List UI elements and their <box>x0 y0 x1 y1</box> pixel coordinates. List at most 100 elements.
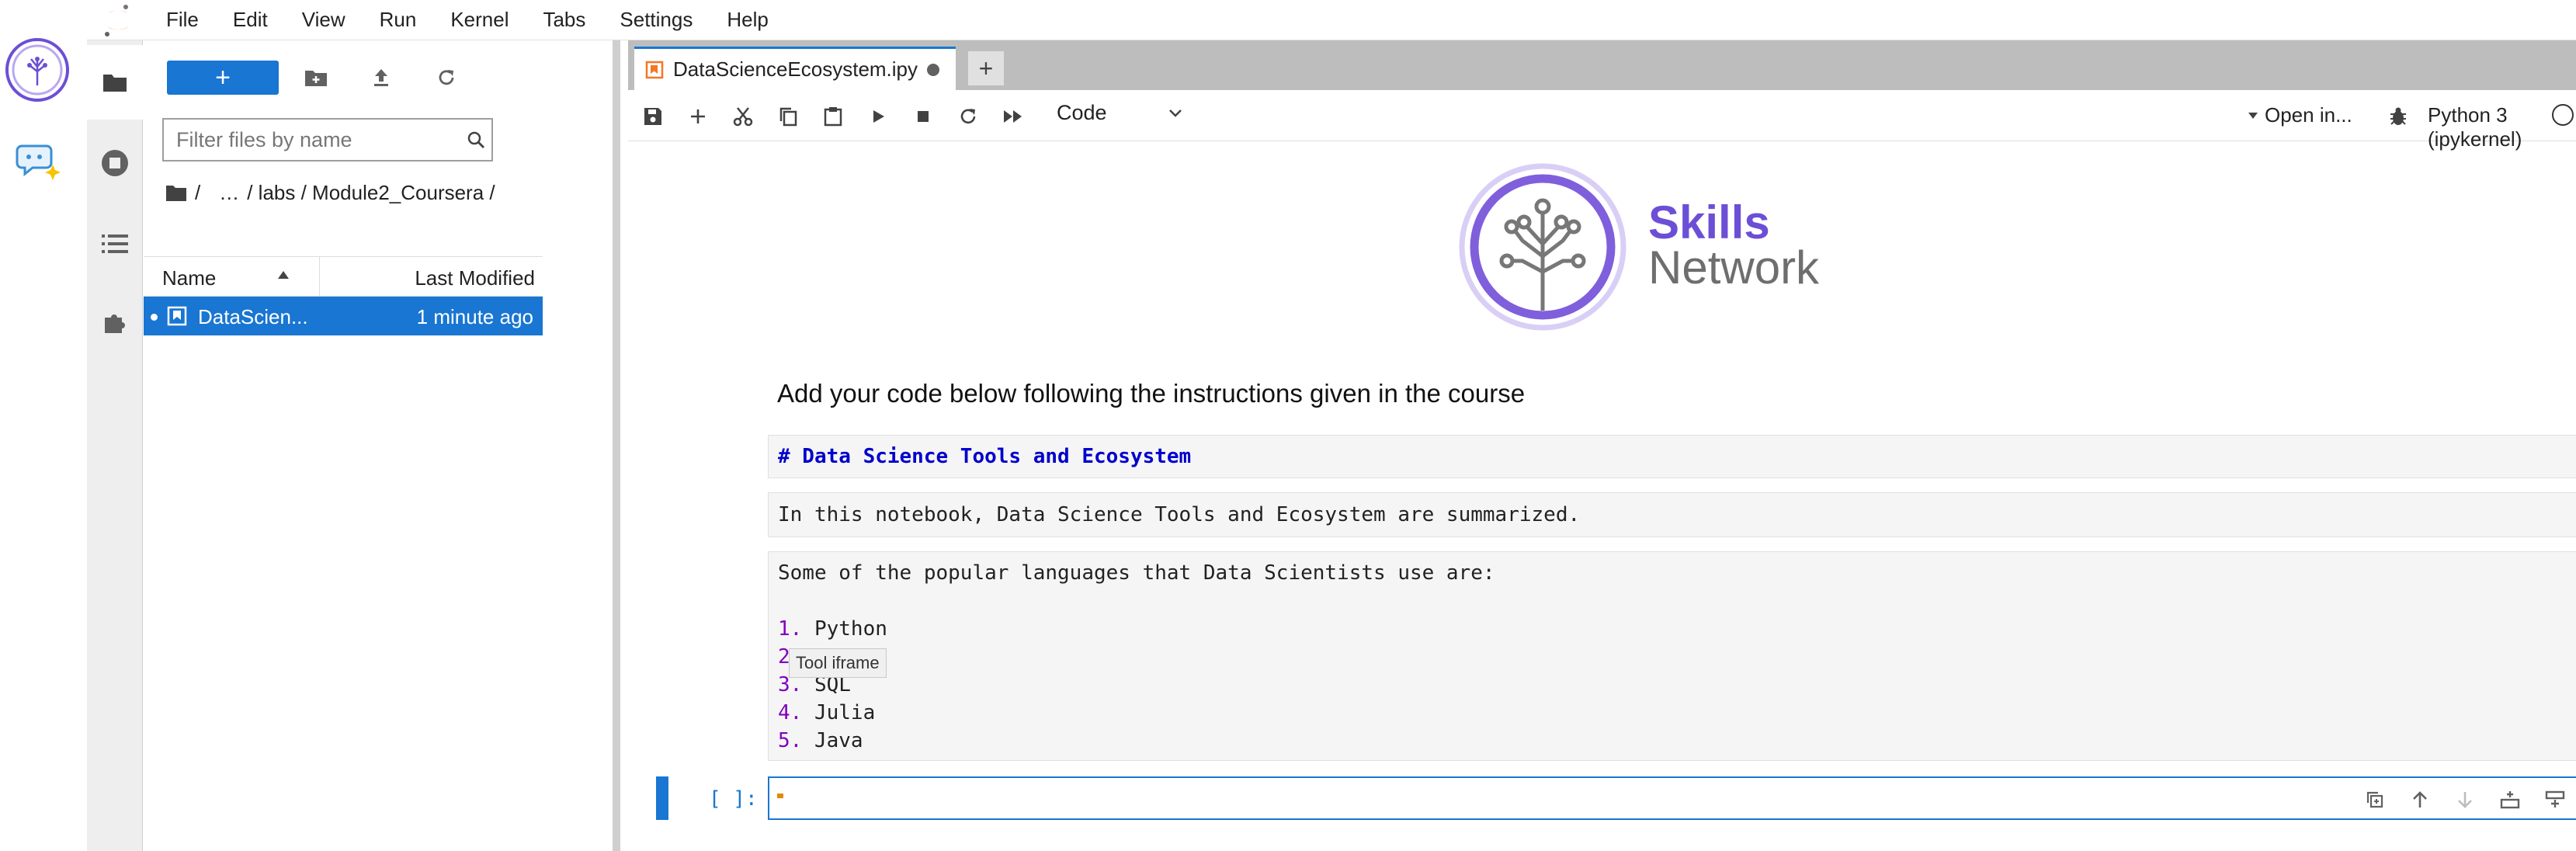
tab-table-of-contents[interactable] <box>87 207 143 281</box>
folder-icon <box>102 71 128 93</box>
menu-settings[interactable]: Settings <box>602 8 710 32</box>
list-item: 4. Julia <box>778 701 876 724</box>
breadcrumb-ellipsis[interactable]: … <box>219 181 239 205</box>
list-item: 1. Python <box>778 617 887 641</box>
list-item: 5. Java <box>778 729 863 752</box>
breadcrumb: / … / labs / Module2_Coursera / <box>165 175 503 210</box>
paste-icon <box>823 106 843 127</box>
file-list-header: Name Last Modified <box>144 256 543 297</box>
menu-tabs[interactable]: Tabs <box>526 8 602 32</box>
file-last-modified: 1 minute ago <box>416 305 533 328</box>
execution-prompt: [ ]: <box>709 787 758 811</box>
breadcrumb-home-icon[interactable] <box>165 183 187 202</box>
upload-button[interactable] <box>364 61 398 95</box>
left-sidebar-tabs <box>87 40 143 851</box>
logo-text-network: Network <box>1648 241 1820 294</box>
copy-icon <box>778 106 798 127</box>
markdown-cell-title[interactable]: # Data Science Tools and Ecosystem <box>768 435 2576 478</box>
cut-cell-button[interactable] <box>729 102 757 130</box>
code-cell-editor[interactable] <box>768 776 2576 820</box>
search-icon <box>467 130 485 149</box>
assistant-chat-icon[interactable] <box>16 138 62 182</box>
cell-source-text: # Data Science Tools and Ecosystem <box>778 445 1192 468</box>
tab-running[interactable] <box>87 126 143 200</box>
tab-file-browser[interactable] <box>87 45 143 120</box>
run-cell-button[interactable] <box>864 102 892 130</box>
save-icon <box>643 106 663 127</box>
kernel-status-idle-icon <box>2552 104 2574 126</box>
open-in-label: Open in... <box>2265 103 2352 127</box>
debugger-button[interactable] <box>2384 102 2412 130</box>
open-in-dropdown[interactable]: Open in... <box>2248 103 2352 127</box>
insert-cell-above-button[interactable] <box>2498 787 2522 812</box>
tooltip: Tool iframe <box>789 648 887 678</box>
restart-kernel-button[interactable] <box>954 102 982 130</box>
upload-icon <box>371 68 391 88</box>
running-icon <box>101 149 129 177</box>
sort-ascending-icon <box>277 270 290 280</box>
cell-type-select[interactable]: Code <box>1057 101 1183 125</box>
cut-icon <box>733 106 753 127</box>
file-name: DataScien... <box>198 305 308 328</box>
column-name[interactable]: Name <box>162 266 216 290</box>
arrow-down-icon <box>2456 790 2474 809</box>
main-dock-panel: DataScienceEcosystem.ipy + Code Open in.… <box>628 40 2576 851</box>
caret-down-icon <box>2248 112 2258 120</box>
jupyter-logo-icon <box>87 0 149 40</box>
skills-network-icon[interactable] <box>5 37 70 102</box>
cell-source-text: In this notebook, Data Science Tools and… <box>778 503 1581 526</box>
refresh-icon <box>436 68 457 88</box>
run-icon <box>870 108 887 125</box>
insert-below-icon <box>2545 790 2565 809</box>
stop-icon <box>915 109 931 124</box>
move-cell-down-button[interactable] <box>2453 787 2477 812</box>
text-cursor <box>777 794 783 798</box>
menu-run[interactable]: Run <box>363 8 434 32</box>
duplicate-icon <box>2366 790 2384 809</box>
interrupt-kernel-button[interactable] <box>909 102 937 130</box>
markdown-cell-languages[interactable]: Some of the popular languages that Data … <box>768 551 2576 761</box>
markdown-heading: Add your code below following the instru… <box>777 379 1526 408</box>
add-tab-button[interactable]: + <box>968 51 1004 85</box>
tab-notebook[interactable]: DataScienceEcosystem.ipy <box>634 47 956 90</box>
copy-cell-button[interactable] <box>774 102 802 130</box>
save-button[interactable] <box>639 102 667 130</box>
insert-cell-below-button[interactable] <box>2543 787 2567 812</box>
notebook-icon <box>645 61 664 79</box>
breadcrumb-path[interactable]: / labs / Module2_Coursera / <box>247 181 495 205</box>
column-last-modified[interactable]: Last Modified <box>415 266 535 290</box>
file-list-item[interactable]: DataScien... 1 minute ago <box>144 297 543 335</box>
bug-icon <box>2389 106 2408 127</box>
breadcrumb-root[interactable]: / <box>195 181 200 205</box>
fast-forward-icon <box>1002 108 1024 125</box>
active-cell-indicator[interactable] <box>656 776 668 820</box>
new-launcher-button[interactable]: + <box>167 61 279 95</box>
extension-icon <box>102 310 128 336</box>
arrow-up-icon <box>2411 790 2429 809</box>
menu-help[interactable]: Help <box>710 8 785 32</box>
new-folder-button[interactable] <box>299 61 333 95</box>
markdown-cell-intro[interactable]: In this notebook, Data Science Tools and… <box>768 492 2576 537</box>
menu-file[interactable]: File <box>149 8 216 32</box>
menu-kernel[interactable]: Kernel <box>433 8 526 32</box>
insert-above-icon <box>2500 790 2520 809</box>
paste-cell-button[interactable] <box>819 102 847 130</box>
menu-view[interactable]: View <box>285 8 363 32</box>
tab-extensions[interactable] <box>87 286 143 360</box>
new-folder-icon <box>304 68 328 87</box>
duplicate-cell-button[interactable] <box>2362 787 2387 812</box>
unsaved-indicator-icon[interactable] <box>927 63 940 76</box>
jupyterlab-app: File Edit View Run Kernel Tabs Settings … <box>87 0 2576 851</box>
refresh-button[interactable] <box>429 61 463 95</box>
restart-icon <box>958 106 978 127</box>
cell-type-value: Code <box>1057 101 1107 124</box>
insert-cell-button[interactable] <box>684 102 712 130</box>
file-open-indicator <box>151 314 158 321</box>
menu-edit[interactable]: Edit <box>216 8 285 32</box>
filter-files-input[interactable] <box>176 127 456 152</box>
cell-source-text: Some of the popular languages that Data … <box>778 561 1495 585</box>
restart-run-all-button[interactable] <box>999 102 1027 130</box>
move-cell-up-button[interactable] <box>2408 787 2432 812</box>
chevron-down-icon <box>1168 108 1183 119</box>
skills-network-logo-icon <box>1459 163 1626 331</box>
